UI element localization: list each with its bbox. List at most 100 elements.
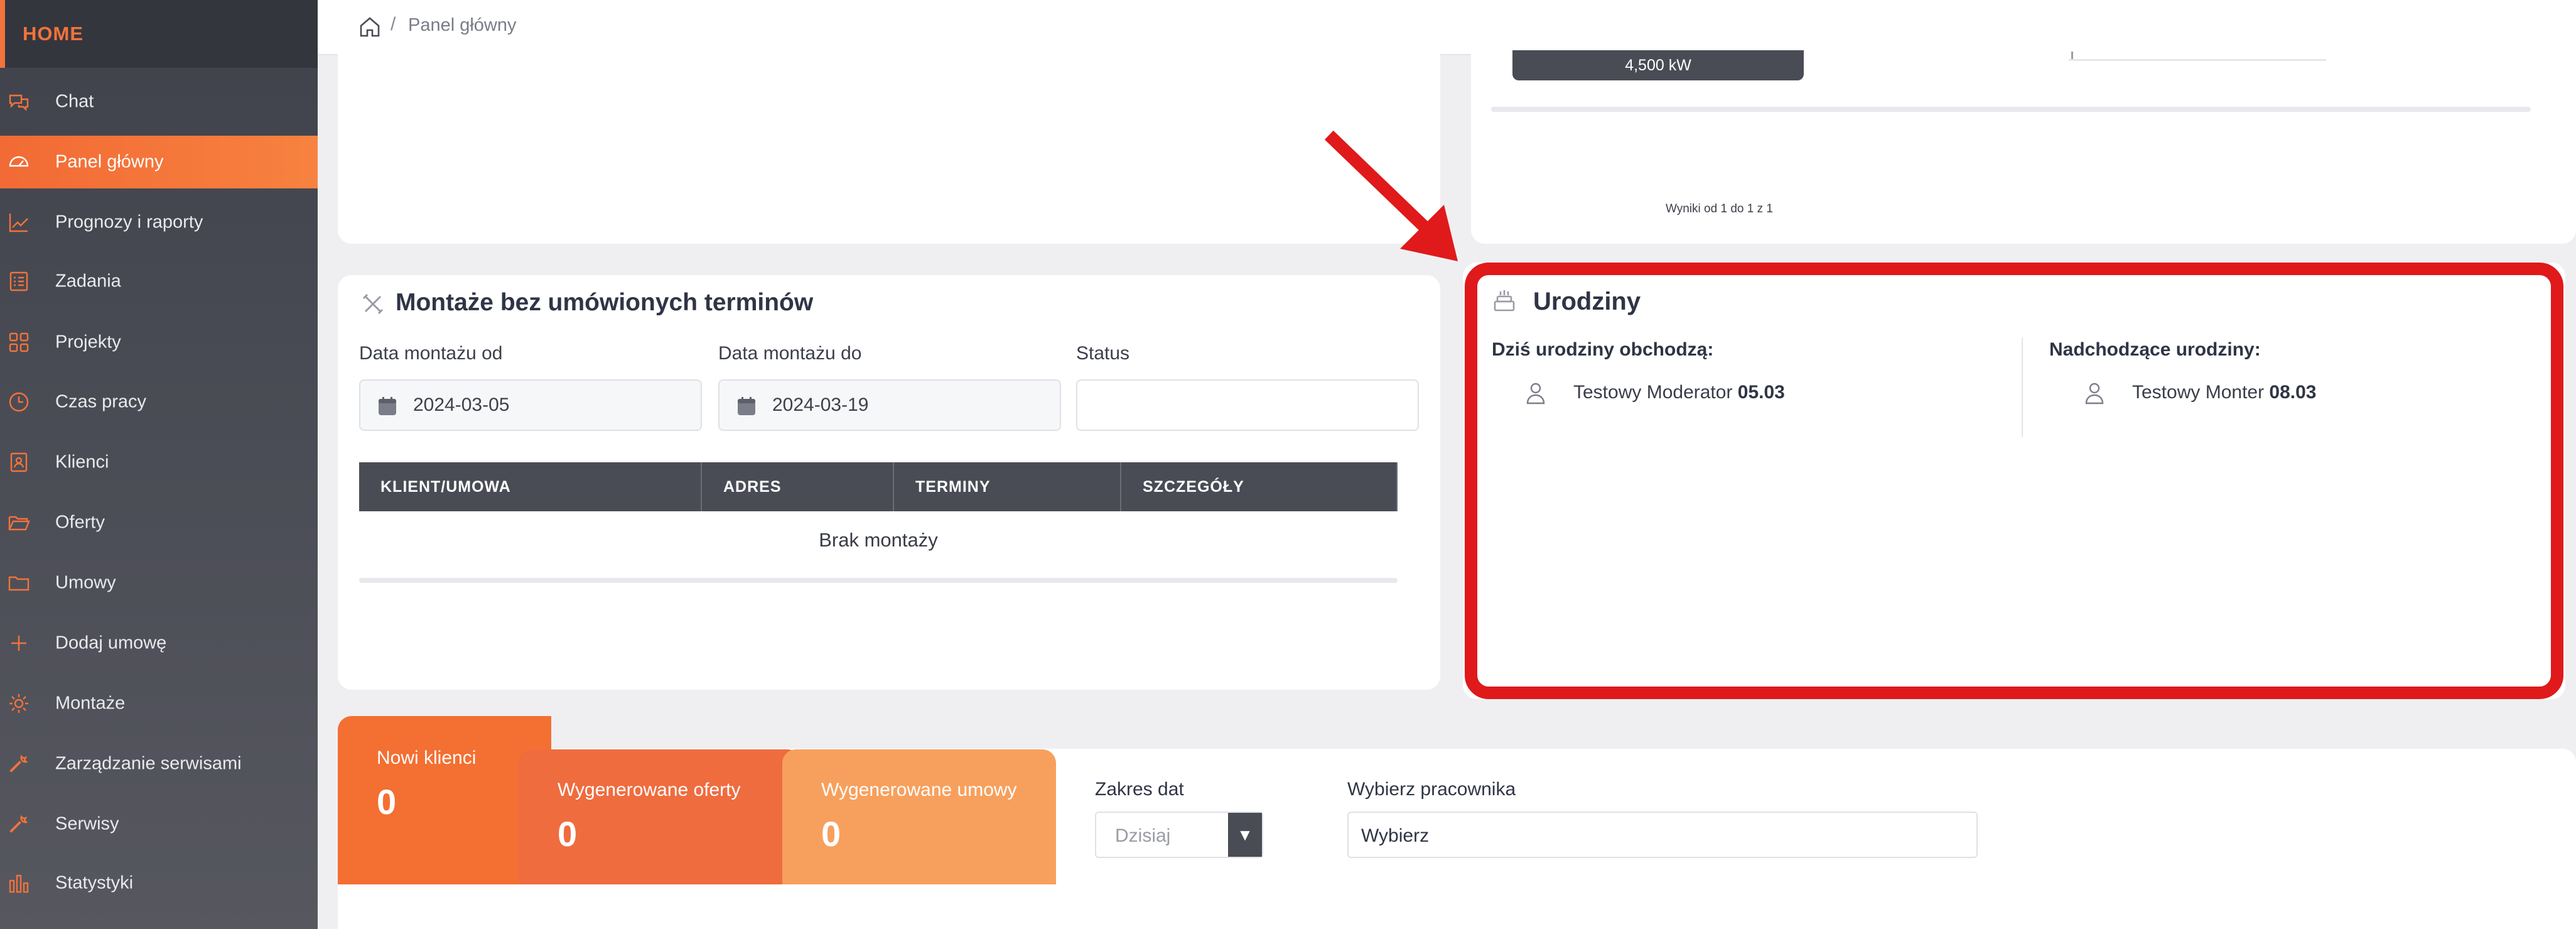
stat-value: 0 — [821, 814, 841, 854]
horizontal-scrollbar[interactable] — [1491, 107, 2531, 112]
top-left-card — [338, 38, 1440, 244]
date-to-label: Data montażu do — [718, 343, 862, 364]
sidebar-item-label: Panel główny — [55, 151, 164, 172]
annotation-arrow-icon — [1324, 130, 1458, 261]
birthday-date: 08.03 — [2269, 382, 2317, 403]
sidebar-item-label: Klienci — [55, 452, 109, 472]
column-header[interactable]: SZCZEGÓŁY — [1121, 462, 1398, 511]
stat-label: Wygenerowane oferty — [558, 780, 741, 800]
home-icon[interactable] — [358, 15, 382, 39]
tools-icon — [362, 293, 384, 315]
sidebar-home-label: HOME — [23, 23, 84, 45]
sidebar-item-oferty[interactable]: Oferty — [0, 496, 318, 549]
stat-value: 0 — [558, 814, 578, 854]
stat-tab-contracts[interactable]: Wygenerowane umowy 0 — [782, 749, 1056, 884]
date-from-input[interactable]: 2024-03-05 — [359, 379, 702, 431]
folder-icon — [8, 576, 30, 591]
sidebar-item-label: Czas pracy — [55, 391, 147, 412]
breadcrumb-current: Panel główny — [408, 15, 517, 35]
date-to-value: 2024-03-19 — [772, 394, 869, 415]
sun-icon — [9, 694, 28, 713]
sidebar-item-klienci[interactable]: Klienci — [0, 436, 318, 489]
user-icon — [1526, 383, 1545, 405]
montaze-table-header: KLIENT/UMOWA ADRES TERMINY SZCZEGÓŁY — [359, 462, 1398, 511]
sidebar-item-label: Montaże — [55, 693, 126, 714]
birthdays-title: Urodziny — [1533, 288, 1641, 315]
sidebar-item-chat[interactable]: Chat — [0, 75, 318, 128]
sidebar-item-dodaj-umowe[interactable]: Dodaj umowę — [0, 617, 318, 670]
column-header[interactable]: KLIENT/UMOWA — [359, 462, 702, 511]
sidebar: HOME Chat Panel główny Prognozy i raport… — [0, 0, 318, 929]
input-underline — [2069, 59, 2326, 61]
power-value: 4,500 kW — [1625, 57, 1691, 74]
sidebar-item-label: Chat — [55, 91, 94, 112]
column-header[interactable]: ADRES — [702, 462, 894, 511]
address-book-icon — [10, 452, 28, 472]
task-list-icon — [9, 271, 28, 291]
stat-tab-offers[interactable]: Wygenerowane oferty 0 — [519, 749, 801, 884]
sidebar-item-czas-pracy[interactable]: Czas pracy — [0, 376, 318, 428]
sidebar-item-label: Umowy — [55, 572, 116, 593]
table-scrollbar[interactable] — [359, 578, 1398, 583]
top-right-card: 4,500 kW Wyniki od 1 do 1 z 1 — [1471, 38, 2576, 244]
wrench-icon — [9, 815, 28, 833]
user-icon — [2085, 383, 2104, 405]
date-range-select[interactable]: Dzisiaj ▼ — [1095, 812, 1263, 858]
power-value-bar: 4,500 kW — [1512, 50, 1804, 80]
grid-icon — [9, 332, 29, 352]
date-range-value: Dzisiaj — [1115, 825, 1171, 846]
folder-open-icon — [8, 516, 30, 531]
sidebar-item-label: Zadania — [55, 271, 121, 291]
sidebar-item-prognozy[interactable]: Prognozy i raporty — [0, 196, 318, 249]
birthdays-divider — [2022, 338, 2023, 437]
birthdays-card: Urodziny Dziś urodziny obchodzą: Nadchod… — [1463, 263, 2565, 699]
sidebar-item-zadania[interactable]: Zadania — [0, 255, 318, 308]
column-header[interactable]: TERMINY — [894, 462, 1121, 511]
chat-icon — [9, 94, 29, 111]
sidebar-item-label: Dodaj umowę — [55, 633, 167, 653]
sidebar-item-serwisy[interactable]: Serwisy — [0, 798, 318, 850]
breadcrumb-separator: / — [391, 14, 396, 35]
status-label: Status — [1076, 343, 1130, 364]
sidebar-item-umowy[interactable]: Umowy — [0, 557, 318, 609]
upcoming-birthdays-label: Nadchodzące urodziny: — [2049, 339, 2261, 360]
empty-table-message: Brak montaży — [819, 529, 938, 551]
sidebar-item-montaze[interactable]: Montaże — [0, 677, 318, 730]
wrench-icon — [9, 754, 28, 773]
sidebar-item-projekty[interactable]: Projekty — [0, 316, 318, 369]
sidebar-item-label: Statystyki — [55, 872, 134, 893]
chart-line-icon — [9, 214, 28, 232]
employee-label: Wybierz pracownika — [1347, 779, 1516, 800]
clock-icon — [9, 392, 29, 412]
montaze-card: Montaże bez umówionych terminów Data mon… — [338, 275, 1440, 690]
sidebar-home[interactable]: HOME — [0, 0, 318, 68]
employee-value: Wybierz — [1361, 825, 1430, 846]
sidebar-item-panel-glowny[interactable]: Panel główny — [0, 136, 318, 188]
person-name: Testowy Monter — [2132, 382, 2265, 403]
montaze-title: Montaże bez umówionych terminów — [396, 289, 814, 316]
sidebar-item-statystyki[interactable]: Statystyki — [0, 857, 318, 910]
sidebar-item-label: Projekty — [55, 332, 121, 352]
caret-down-icon: ▼ — [1228, 813, 1262, 857]
calendar-icon — [379, 397, 396, 415]
date-range-label: Zakres dat — [1095, 779, 1184, 800]
date-to-input[interactable]: 2024-03-19 — [718, 379, 1061, 431]
date-from-label: Data montażu od — [359, 343, 503, 364]
sidebar-item-label: Oferty — [55, 512, 105, 533]
person-name: Testowy Moderator — [1573, 382, 1733, 403]
today-birthdays-label: Dziś urodziny obchodzą: — [1492, 339, 1714, 360]
results-info: Wyniki od 1 do 1 z 1 — [1666, 202, 1773, 215]
employee-select[interactable]: Wybierz — [1347, 812, 1978, 858]
sidebar-item-zarzadzanie-serwisami[interactable]: Zarządzanie serwisami — [0, 737, 318, 790]
stat-value: 0 — [377, 782, 397, 822]
sidebar-item-label: Prognozy i raporty — [55, 212, 203, 232]
date-from-value: 2024-03-05 — [413, 394, 510, 415]
sidebar-item-label: Zarządzanie serwisami — [55, 753, 242, 774]
stat-label: Nowi klienci — [377, 747, 477, 768]
stat-label: Wygenerowane umowy — [821, 780, 1017, 800]
sidebar-item-label: Serwisy — [55, 813, 119, 834]
calendar-icon — [738, 397, 755, 415]
dashboard-icon — [9, 156, 29, 167]
status-select[interactable] — [1076, 379, 1419, 431]
bar-chart-icon — [9, 874, 29, 893]
